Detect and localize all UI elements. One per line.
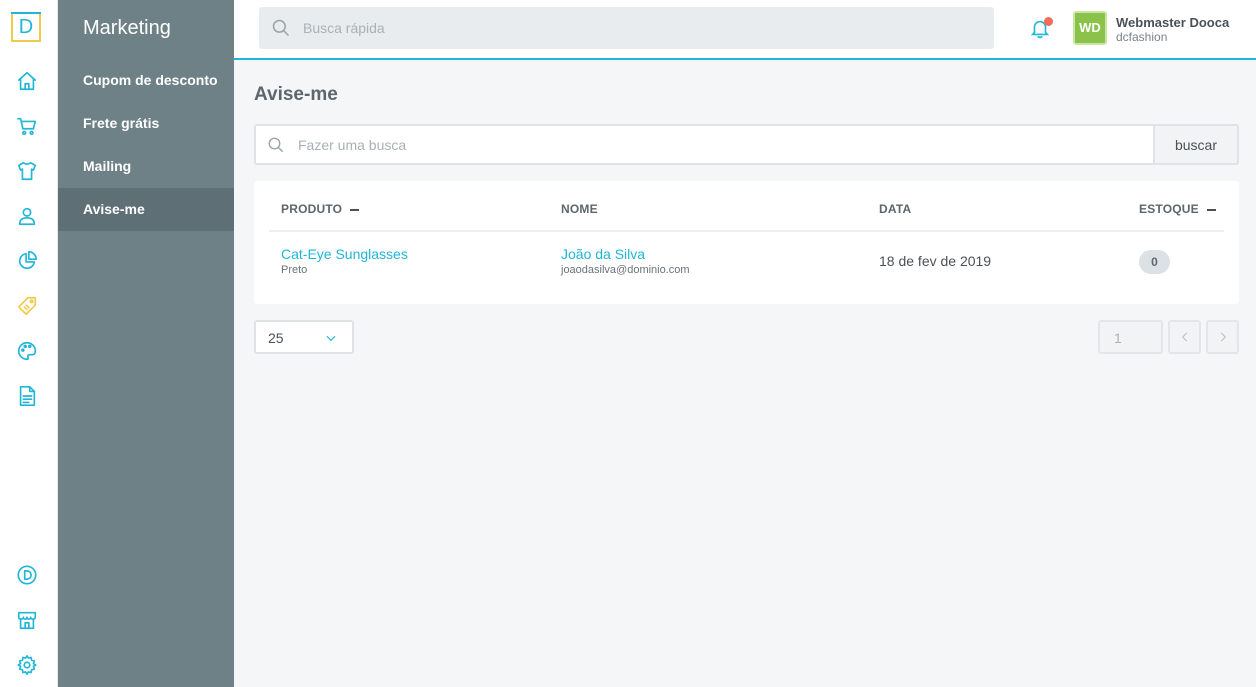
search-icon [268, 137, 284, 153]
customer-email: joaodasilva@dominio.com [561, 264, 690, 276]
pie-chart-icon[interactable] [14, 248, 40, 274]
search-button[interactable]: buscar [1153, 124, 1239, 165]
gear-icon[interactable] [14, 652, 40, 678]
app-logo[interactable]: D [11, 12, 41, 42]
next-page-button[interactable] [1206, 320, 1239, 354]
sidebar-item-avise-me[interactable]: Avise-me [58, 188, 234, 231]
search-icon [272, 19, 290, 37]
product-variant: Preto [281, 264, 308, 276]
user-store: dcfashion [1116, 30, 1168, 44]
top-bar: WD Webmaster Dooca dcfashion [234, 0, 1256, 60]
document-icon[interactable] [14, 383, 40, 409]
shirt-icon[interactable] [14, 158, 40, 184]
per-page-value: 25 [268, 330, 284, 346]
search-input[interactable] [298, 126, 1138, 163]
chevron-down-icon [326, 335, 336, 342]
palette-icon[interactable] [14, 338, 40, 364]
marketing-sidebar: Marketing Cupom de desconto Frete grátis… [58, 0, 234, 687]
column-header-produto[interactable]: PRODUTO [281, 202, 360, 216]
per-page-select[interactable]: 25 [254, 320, 354, 354]
chevron-left-icon [1181, 332, 1188, 342]
icon-rail: D [0, 0, 58, 687]
avatar[interactable]: WD [1073, 11, 1107, 45]
search-box [254, 124, 1154, 165]
quick-search [259, 7, 994, 49]
header-divider [269, 230, 1224, 232]
home-icon[interactable] [14, 68, 40, 94]
column-header-estoque[interactable]: ESTOQUE [1139, 202, 1216, 216]
page-title: Avise-me [254, 84, 338, 105]
store-icon[interactable] [14, 607, 40, 633]
cart-icon[interactable] [14, 113, 40, 139]
user-icon[interactable] [14, 203, 40, 229]
notifications-bell-icon[interactable] [1029, 17, 1053, 41]
sidebar-title: Marketing [83, 17, 171, 39]
sidebar-item-cupom-de-desconto[interactable]: Cupom de desconto [58, 59, 234, 102]
sidebar-item-frete-gratis[interactable]: Frete grátis [58, 102, 234, 145]
column-header-label: NOME [561, 202, 598, 216]
stock-badge: 0 [1139, 250, 1170, 274]
column-header-label: ESTOQUE [1139, 202, 1199, 216]
avise-me-table: PRODUTO NOME DATA ESTOQUE Cat-Eye Sungla… [254, 181, 1239, 304]
tag-icon[interactable] [14, 293, 40, 319]
user-name[interactable]: Webmaster Dooca [1116, 15, 1229, 30]
notification-dot [1044, 17, 1053, 26]
sort-icon [350, 208, 360, 211]
product-link[interactable]: Cat-Eye Sunglasses [281, 246, 408, 262]
sidebar-item-mailing[interactable]: Mailing [58, 145, 234, 188]
column-header-label: PRODUTO [281, 202, 343, 216]
sort-icon [1206, 208, 1216, 211]
customer-name-link[interactable]: João da Silva [561, 246, 645, 262]
page-number-input[interactable]: 1 [1098, 320, 1163, 354]
request-date: 18 de fev de 2019 [879, 253, 992, 269]
prev-page-button[interactable] [1168, 320, 1201, 354]
quick-search-input[interactable] [303, 7, 983, 49]
column-header-nome: NOME [561, 202, 598, 216]
chevron-right-icon [1220, 332, 1227, 342]
column-header-data: DATA [879, 202, 911, 216]
dooca-icon[interactable] [14, 562, 40, 588]
column-header-label: DATA [879, 202, 912, 216]
